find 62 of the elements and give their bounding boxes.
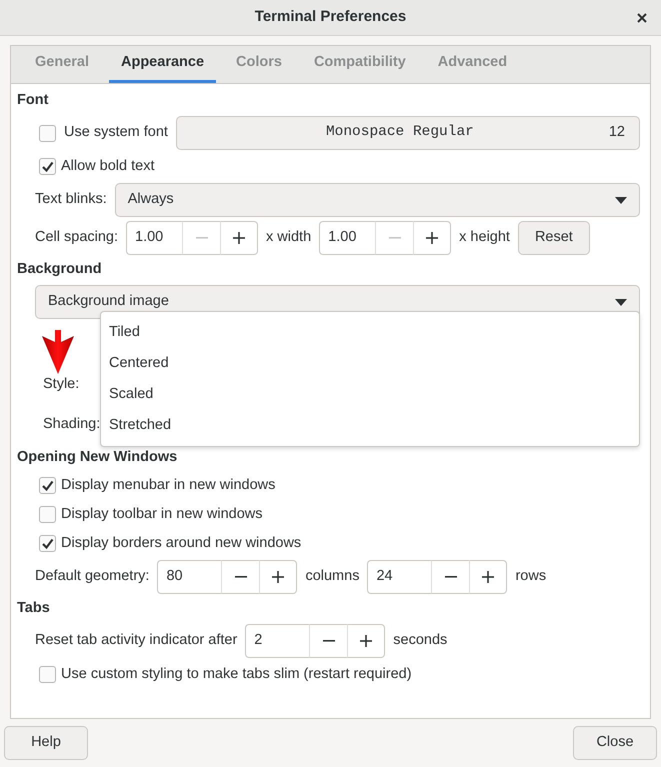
unit-label: x height [459, 228, 510, 248]
plus-icon [482, 571, 494, 583]
checkbox-label: Allow bold text [61, 156, 154, 176]
checkbox[interactable] [39, 124, 56, 142]
close-button[interactable]: Close [573, 726, 657, 760]
unit-label: columns [305, 567, 360, 586]
window-title: Terminal Preferences [254, 7, 406, 28]
minus-icon [322, 640, 335, 642]
spin-field[interactable]: 24 [367, 560, 432, 594]
section-heading: Background [17, 260, 103, 280]
menu-item[interactable]: Centered [101, 348, 639, 379]
minus-icon [388, 237, 401, 239]
unit-label: x width [266, 228, 312, 248]
plus-button[interactable] [347, 624, 386, 658]
plus-icon [426, 232, 438, 244]
field-label: Style: [43, 375, 80, 394]
field-label: Cell spacing: [35, 228, 118, 248]
menu-item[interactable]: Stretched [101, 410, 639, 441]
help-button[interactable]: Help [4, 726, 88, 760]
checkbox[interactable] [39, 158, 56, 175]
spin-field[interactable]: 1.00 [319, 221, 376, 255]
checkbox[interactable] [39, 535, 56, 552]
minus-icon [444, 576, 457, 578]
reset-button[interactable]: Reset [518, 221, 590, 255]
checkbox-label: Display toolbar in new windows [61, 504, 262, 524]
plus-icon [272, 571, 284, 583]
close-button[interactable] [635, 11, 649, 25]
plus-button[interactable] [259, 560, 298, 594]
spin-field[interactable]: 1.00 [126, 221, 182, 255]
caret-icon [615, 298, 627, 306]
font-button[interactable]: Monospace Regular 12 [176, 116, 640, 150]
dropdown[interactable]: Always [114, 183, 640, 217]
spin-field[interactable]: 80 [157, 560, 222, 594]
plus-button[interactable] [413, 221, 452, 255]
section-heading: Opening New Windows [17, 448, 178, 468]
spin-field[interactable]: 2 [245, 624, 310, 658]
checkbox[interactable] [39, 666, 56, 683]
plus-button[interactable] [469, 560, 508, 594]
section-heading: Tabs [17, 599, 51, 618]
checkbox-label: Use system font [64, 123, 168, 142]
checkbox[interactable] [39, 506, 56, 523]
menu-item[interactable]: Tiled [101, 317, 639, 348]
plus-icon [233, 232, 246, 244]
arrow-annotation [40, 330, 76, 374]
checkbox-label: Display borders around new windows [61, 534, 302, 553]
unit-label: seconds [393, 631, 448, 650]
unit-label: rows [515, 567, 546, 586]
checkbox-label: Use custom styling to make tabs slim (restart required) [61, 664, 412, 684]
field-label: Text blinks: [35, 190, 107, 210]
checkbox-label: Display menubar in new windows [61, 476, 276, 495]
field-label: Shading: [43, 415, 100, 434]
section-heading: Font [17, 91, 50, 110]
minus-icon [234, 576, 247, 578]
plus-icon [360, 635, 372, 647]
caret-icon [615, 196, 627, 204]
plus-button[interactable] [220, 221, 258, 255]
field-label: Default geometry: [35, 567, 150, 586]
menu-item[interactable]: Scaled [101, 379, 639, 410]
minus-icon [196, 237, 208, 239]
field-label: Reset tab activity indicator after [35, 631, 238, 650]
checkbox[interactable] [39, 477, 56, 494]
tab[interactable]: Appearance [109, 46, 216, 83]
